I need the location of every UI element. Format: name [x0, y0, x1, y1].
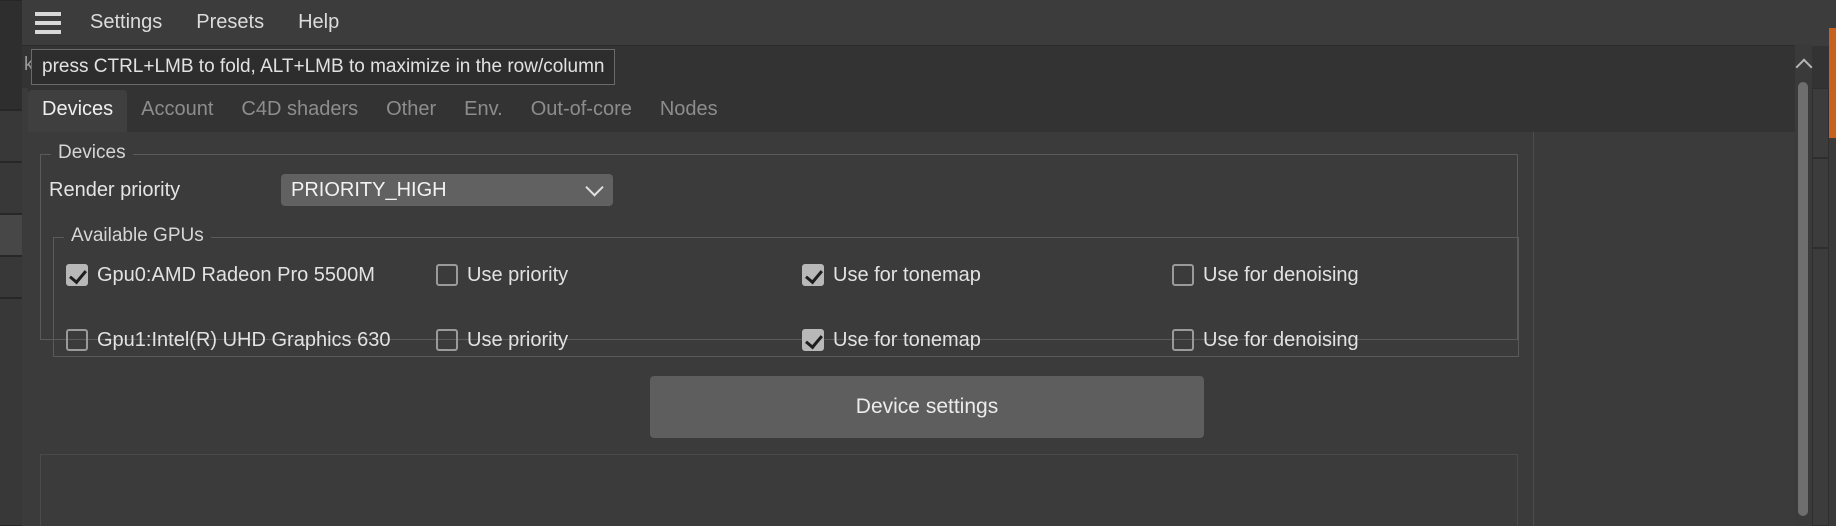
gpu-row: Gpu0:AMD Radeon Pro 5500M Use priority U…: [54, 252, 1518, 298]
dock-segment[interactable]: [0, 162, 22, 214]
tab-devices[interactable]: Devices: [28, 90, 128, 132]
use-tonemap-checkbox-1[interactable]: Use for tonemap: [802, 329, 1172, 352]
available-gpus-group: Available GPUs Gpu0:AMD Radeon Pro 5500M…: [53, 225, 1519, 357]
devices-tab-content: Devices Render priority PRIORITY_HIGH Av…: [28, 132, 1534, 526]
scrollbar-thumb[interactable]: [1798, 82, 1808, 516]
accent-strip: [1829, 28, 1836, 138]
chevron-down-icon: [585, 178, 604, 197]
left-dock-strip: [0, 0, 22, 526]
tab-out-of-core[interactable]: Out-of-core: [517, 90, 646, 132]
device-settings-button[interactable]: Device settings: [650, 376, 1204, 438]
application-window: Settings Presets Help k press CTRL+LMB t…: [0, 0, 1836, 526]
gpu-row: Gpu1:Intel(R) UHD Graphics 630 Use prior…: [54, 317, 1518, 363]
devices-group-legend: Devices: [51, 142, 133, 164]
menu-item-help[interactable]: Help: [286, 7, 351, 38]
use-priority-checkbox-0[interactable]: Use priority: [436, 264, 802, 287]
tooltip-text: press CTRL+LMB to fold, ALT+LMB to maxim…: [42, 56, 605, 77]
render-priority-select[interactable]: PRIORITY_HIGH: [281, 174, 613, 206]
checkbox-unchecked-icon: [1172, 264, 1194, 286]
render-priority-row: Render priority PRIORITY_HIGH: [41, 173, 613, 207]
menu-item-presets[interactable]: Presets: [184, 7, 276, 38]
render-priority-label: Render priority: [49, 178, 181, 201]
render-priority-value: PRIORITY_HIGH: [291, 178, 447, 201]
tab-env[interactable]: Env.: [450, 90, 517, 132]
tab-bar: Devices Account C4D shaders Other Env. O…: [28, 88, 1812, 132]
right-panel-segment[interactable]: [1812, 158, 1829, 248]
checkbox-unchecked-icon: [436, 264, 458, 286]
use-tonemap-checkbox-0[interactable]: Use for tonemap: [802, 264, 1172, 287]
use-priority-label: Use priority: [467, 263, 569, 286]
use-denoising-label: Use for denoising: [1203, 263, 1359, 286]
use-priority-label: Use priority: [467, 328, 569, 351]
tab-nodes[interactable]: Nodes: [646, 90, 732, 132]
checkbox-unchecked-icon: [66, 329, 88, 351]
checkbox-checked-icon: [802, 264, 824, 286]
vertical-scrollbar[interactable]: [1795, 44, 1812, 526]
use-priority-checkbox-1[interactable]: Use priority: [436, 329, 802, 352]
checkbox-checked-icon: [802, 329, 824, 351]
dock-segment[interactable]: [0, 0, 22, 110]
use-tonemap-label: Use for tonemap: [833, 328, 981, 351]
tab-c4d-shaders[interactable]: C4D shaders: [227, 90, 372, 132]
dock-segment[interactable]: [0, 256, 22, 298]
tab-account[interactable]: Account: [127, 90, 227, 132]
device-settings-button-label: Device settings: [855, 395, 999, 418]
checkbox-unchecked-icon: [1172, 329, 1194, 351]
use-denoising-label: Use for denoising: [1203, 328, 1359, 351]
gpu-enable-checkbox-1[interactable]: Gpu1:Intel(R) UHD Graphics 630: [66, 329, 436, 352]
menu-item-settings[interactable]: Settings: [78, 7, 174, 38]
use-denoising-checkbox-0[interactable]: Use for denoising: [1172, 264, 1359, 287]
chevron-up-icon[interactable]: [1795, 56, 1812, 72]
checkbox-checked-icon: [66, 264, 88, 286]
gpu-name-label: Gpu1:Intel(R) UHD Graphics 630: [97, 328, 391, 351]
use-tonemap-label: Use for tonemap: [833, 263, 981, 286]
settings-panel: Devices Account C4D shaders Other Env. O…: [22, 88, 1812, 526]
checkbox-unchecked-icon: [436, 329, 458, 351]
hamburger-icon[interactable]: [28, 0, 68, 46]
dock-segment[interactable]: [0, 298, 22, 526]
use-denoising-checkbox-1[interactable]: Use for denoising: [1172, 329, 1359, 352]
tooltip: press CTRL+LMB to fold, ALT+LMB to maxim…: [31, 49, 616, 85]
right-panel-segment[interactable]: [1812, 248, 1829, 526]
devices-group: Devices Render priority PRIORITY_HIGH Av…: [40, 142, 1519, 357]
dock-segment[interactable]: [0, 214, 22, 256]
content-bottom-frame: [40, 454, 1518, 526]
gpu-name-label: Gpu0:AMD Radeon Pro 5500M: [97, 263, 375, 286]
dock-segment[interactable]: [0, 110, 22, 162]
available-gpus-legend: Available GPUs: [64, 225, 211, 247]
tab-other[interactable]: Other: [372, 90, 450, 132]
gpu-enable-checkbox-0[interactable]: Gpu0:AMD Radeon Pro 5500M: [66, 264, 436, 287]
menu-bar: Settings Presets Help: [22, 0, 1836, 46]
right-panel-segment[interactable]: [1812, 88, 1829, 158]
